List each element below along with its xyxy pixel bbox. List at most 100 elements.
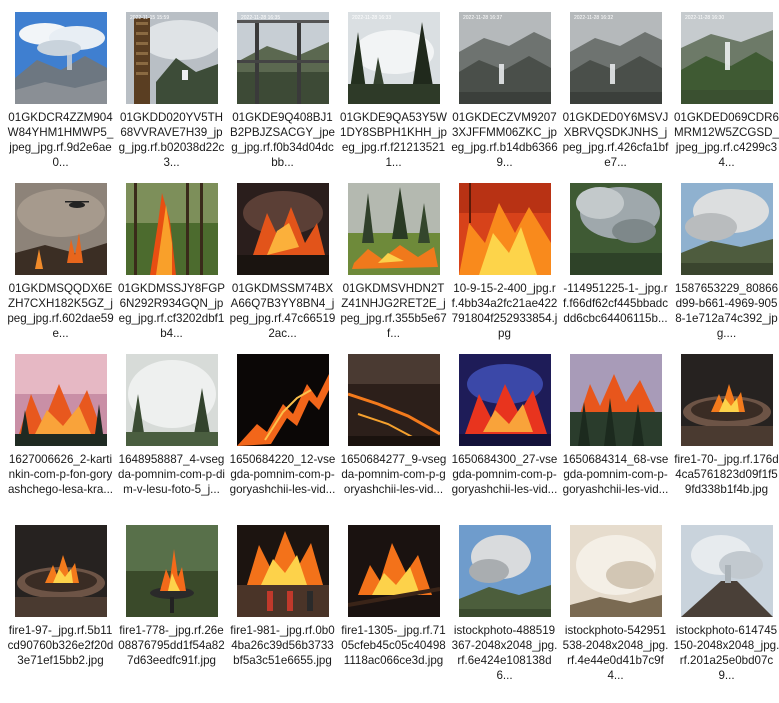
file-name[interactable]: fire1-778-_jpg.rf.26e08876795dd1f54a827d… xyxy=(118,623,225,668)
image-file-icon xyxy=(569,525,662,617)
file-name[interactable]: 01GKDCR4ZZM904W84YHM1HMWP5_jpeg_jpg.rf.9… xyxy=(7,110,114,170)
file-name[interactable]: 01GKDD020YV5TH68VVRAVE7H39_jpg_jpg.rf.b0… xyxy=(118,110,225,170)
image-thumbnail[interactable] xyxy=(236,183,329,275)
timestamp-overlay: 2022-11-28 16:33 xyxy=(352,15,391,21)
image-thumbnail[interactable] xyxy=(14,525,107,617)
file-name[interactable]: 01GKDE9Q408BJ1B2PBJZSACGY_jpeg_jpg.rf.f0… xyxy=(229,110,336,170)
image-thumbnail[interactable] xyxy=(125,354,218,446)
file-item[interactable]: 1648958887_4-vsegda-pomnim-com-p-dim-v-l… xyxy=(116,354,227,525)
file-name[interactable]: 1650684300_27-vsegda-pomnim-com-p-goryas… xyxy=(451,452,558,497)
image-file-icon xyxy=(236,354,329,446)
file-name[interactable]: istockphoto-614745150-2048x2048_jpg.rf.2… xyxy=(673,623,779,683)
image-file-icon xyxy=(14,12,107,104)
image-thumbnail[interactable]: 2022-11-28 16:30 xyxy=(680,12,773,104)
image-thumbnail[interactable] xyxy=(569,354,662,446)
file-name[interactable]: 01GKDMSVHDN2TZ41NHJG2RET2E_jpeg_jpg.rf.3… xyxy=(340,281,447,341)
image-thumbnail[interactable] xyxy=(680,354,773,446)
file-item[interactable]: 1650684220_12-vsegda-pomnim-com-p-goryas… xyxy=(227,354,338,525)
image-thumbnail[interactable] xyxy=(569,525,662,617)
image-file-icon xyxy=(569,354,662,446)
file-item[interactable]: 2022-11-28 16:35 01GKDE9Q408BJ1B2PBJZSACG… xyxy=(227,12,338,183)
file-name[interactable]: 1627006626_2-kartinkin-com-p-fon-goryash… xyxy=(7,452,114,497)
file-item[interactable]: 01GKDMSSM74BXA66Q7B3YY8BN4_jpeg_jpg.rf.4… xyxy=(227,183,338,354)
file-item[interactable]: 2022-11-28 16:33 01GKDE9QA53Y5W1DY8SBPH1K… xyxy=(338,12,449,183)
image-thumbnail[interactable] xyxy=(125,183,218,275)
file-item[interactable]: fire1-1305-_jpg.rf.7105cfeb45c05c4049811… xyxy=(338,525,449,696)
file-name[interactable]: -114951225-1-_jpg.rf.f66df62cf445bbadcdd… xyxy=(562,281,669,326)
file-item[interactable]: 01GKDMSQQDX6EZH7CXH182K5GZ_jpeg_jpg.rf.6… xyxy=(5,183,116,354)
file-item[interactable]: 1650684277_9-vsegda-pomnim-com-p-goryash… xyxy=(338,354,449,525)
file-item[interactable]: fire1-981-_jpg.rf.0b04ba26c39d56b3733bf5… xyxy=(227,525,338,696)
file-item[interactable]: 1627006626_2-kartinkin-com-p-fon-goryash… xyxy=(5,354,116,525)
image-thumbnail[interactable]: 2022-11-28 16:37 xyxy=(458,12,551,104)
image-thumbnail[interactable]: 2022-11-28 16:33 xyxy=(347,12,440,104)
image-thumbnail[interactable] xyxy=(14,354,107,446)
file-item[interactable]: istockphoto-488519367-2048x2048_jpg.rf.6… xyxy=(449,525,560,696)
image-file-icon xyxy=(347,525,440,617)
image-thumbnail[interactable] xyxy=(458,354,551,446)
file-name[interactable]: istockphoto-488519367-2048x2048_jpg.rf.6… xyxy=(451,623,558,683)
image-file-icon xyxy=(680,525,773,617)
image-thumbnail[interactable] xyxy=(347,354,440,446)
image-thumbnail[interactable] xyxy=(347,525,440,617)
file-name[interactable]: 01GKDED069CDR6MRM12W5ZCGSD_jpeg_jpg.rf.c… xyxy=(673,110,779,170)
file-name[interactable]: 1650684277_9-vsegda-pomnim-com-p-goryash… xyxy=(340,452,447,497)
file-item[interactable]: 2022-11-28 16:37 01GKDECZVM92073XJFFMM06Z… xyxy=(449,12,560,183)
file-item[interactable]: 2022-11-15 15:59 01GKDD020YV5TH68VVRAVE7H… xyxy=(116,12,227,183)
file-name[interactable]: 10-9-15-2-400_jpg.rf.4bb34a2fc21ae422791… xyxy=(451,281,558,341)
file-name[interactable]: fire1-70-_jpg.rf.176d4ca5761823d09f1f59f… xyxy=(673,452,779,497)
file-item[interactable]: istockphoto-614745150-2048x2048_jpg.rf.2… xyxy=(671,525,779,696)
file-name[interactable]: 01GKDED0Y6MSVJXBRVQSDKJNHS_jpeg_jpg.rf.4… xyxy=(562,110,669,170)
image-thumbnail[interactable]: 2022-11-28 16:32 xyxy=(569,12,662,104)
file-item[interactable]: fire1-778-_jpg.rf.26e08876795dd1f54a827d… xyxy=(116,525,227,696)
file-name[interactable]: 1650684220_12-vsegda-pomnim-com-p-goryas… xyxy=(229,452,336,497)
file-item[interactable]: istockphoto-542951538-2048x2048_jpg.rf.4… xyxy=(560,525,671,696)
file-name[interactable]: 1648958887_4-vsegda-pomnim-com-p-dim-v-l… xyxy=(118,452,225,497)
image-file-icon xyxy=(458,183,551,275)
file-thumbnail-grid: 01GKDCR4ZZM904W84YHM1HMWP5_jpeg_jpg.rf.9… xyxy=(5,12,779,696)
file-name[interactable]: istockphoto-542951538-2048x2048_jpg.rf.4… xyxy=(562,623,669,683)
image-thumbnail[interactable] xyxy=(680,525,773,617)
file-item[interactable]: 2022-11-28 16:30 01GKDED069CDR6MRM12W5ZCG… xyxy=(671,12,779,183)
image-file-icon xyxy=(236,183,329,275)
image-thumbnail[interactable] xyxy=(680,183,773,275)
image-thumbnail[interactable]: 2022-11-15 15:59 xyxy=(125,12,218,104)
image-thumbnail[interactable] xyxy=(347,183,440,275)
file-name[interactable]: 1650684314_68-vsegda-pomnim-com-p-goryas… xyxy=(562,452,669,497)
file-name[interactable]: 01GKDMSSM74BXA66Q7B3YY8BN4_jpeg_jpg.rf.4… xyxy=(229,281,336,341)
file-item[interactable]: 1650684314_68-vsegda-pomnim-com-p-goryas… xyxy=(560,354,671,525)
image-thumbnail[interactable] xyxy=(14,12,107,104)
file-item[interactable]: 01GKDMSVHDN2TZ41NHJG2RET2E_jpeg_jpg.rf.3… xyxy=(338,183,449,354)
file-name[interactable]: 01GKDMSQQDX6EZH7CXH182K5GZ_jpeg_jpg.rf.6… xyxy=(7,281,114,341)
file-item[interactable]: 1587653229_80866d99-b661-4969-9058-1e712… xyxy=(671,183,779,354)
image-thumbnail[interactable] xyxy=(125,525,218,617)
image-thumbnail[interactable] xyxy=(236,525,329,617)
file-name[interactable]: 01GKDECZVM92073XJFFMM06ZKC_jpeg_jpg.rf.b… xyxy=(451,110,558,170)
image-file-icon xyxy=(236,525,329,617)
file-item[interactable]: fire1-70-_jpg.rf.176d4ca5761823d09f1f59f… xyxy=(671,354,779,525)
file-item[interactable]: 10-9-15-2-400_jpg.rf.4bb34a2fc21ae422791… xyxy=(449,183,560,354)
timestamp-overlay: 2022-11-15 15:59 xyxy=(130,15,169,21)
file-name[interactable]: fire1-1305-_jpg.rf.7105cfeb45c05c4049811… xyxy=(340,623,447,668)
image-thumbnail[interactable] xyxy=(14,183,107,275)
file-name[interactable]: fire1-981-_jpg.rf.0b04ba26c39d56b3733bf5… xyxy=(229,623,336,668)
image-file-icon xyxy=(14,525,107,617)
image-file-icon: 2022-11-28 16:33 xyxy=(347,12,440,104)
file-item[interactable]: fire1-97-_jpg.rf.5b11cd90760b326e2f20d3e… xyxy=(5,525,116,696)
file-item[interactable]: 01GKDMSSJY8FGP6N292R934GQN_jpeg_jpg.rf.c… xyxy=(116,183,227,354)
file-item[interactable]: 1650684300_27-vsegda-pomnim-com-p-goryas… xyxy=(449,354,560,525)
image-thumbnail[interactable] xyxy=(569,183,662,275)
file-name[interactable]: fire1-97-_jpg.rf.5b11cd90760b326e2f20d3e… xyxy=(7,623,114,668)
image-thumbnail[interactable]: 2022-11-28 16:35 xyxy=(236,12,329,104)
image-thumbnail[interactable] xyxy=(236,354,329,446)
file-item[interactable]: -114951225-1-_jpg.rf.f66df62cf445bbadcdd… xyxy=(560,183,671,354)
image-thumbnail[interactable] xyxy=(458,183,551,275)
image-thumbnail[interactable] xyxy=(458,525,551,617)
image-file-icon xyxy=(14,183,107,275)
file-name[interactable]: 1587653229_80866d99-b661-4969-9058-1e712… xyxy=(673,281,779,341)
file-name[interactable]: 01GKDMSSJY8FGP6N292R934GQN_jpeg_jpg.rf.c… xyxy=(118,281,225,341)
image-file-icon xyxy=(458,525,551,617)
file-item[interactable]: 01GKDCR4ZZM904W84YHM1HMWP5_jpeg_jpg.rf.9… xyxy=(5,12,116,183)
file-name[interactable]: 01GKDE9QA53Y5W1DY8SBPH1KHH_jpeg_jpg.rf.f… xyxy=(340,110,447,170)
file-item[interactable]: 2022-11-28 16:32 01GKDED0Y6MSVJXBRVQSDKJN… xyxy=(560,12,671,183)
